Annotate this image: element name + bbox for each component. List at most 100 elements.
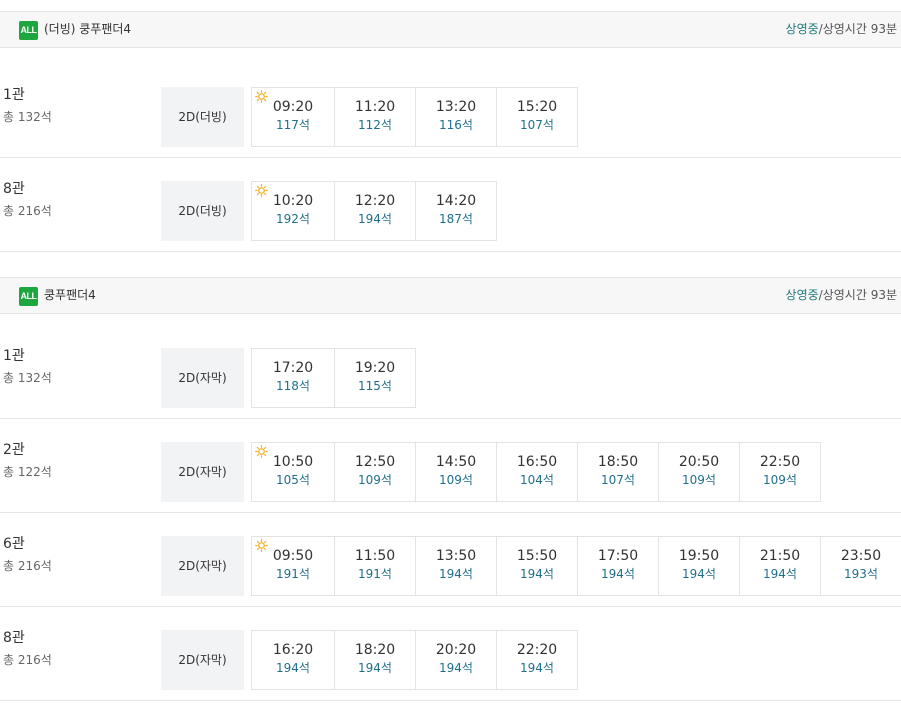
- movie-header: ALL (더빙) 쿵푸팬더4 상영중/상영시간 93분: [0, 11, 901, 48]
- showtime-list: 10:20 192석 12:20 194석 14:20 187석: [251, 181, 497, 241]
- showtime-slot[interactable]: 10:20 192석: [251, 181, 335, 241]
- showtime-slot[interactable]: 17:20 118석: [251, 348, 335, 408]
- showtime-seats: 109석: [682, 473, 716, 487]
- showtime-time: 17:50: [597, 548, 639, 564]
- showtime-slot[interactable]: 15:50 194석: [496, 536, 578, 596]
- hall-name: 6관: [3, 536, 25, 552]
- format-label: 2D(자막): [161, 348, 244, 408]
- showtime-slot[interactable]: 09:20 117석: [251, 87, 335, 147]
- showtime-slot[interactable]: 13:50 194석: [415, 536, 497, 596]
- showtime-slot[interactable]: 16:50 104석: [496, 442, 578, 502]
- showtime-time: 21:50: [759, 548, 801, 564]
- showtime-time: 10:20: [272, 193, 314, 209]
- runtime-label: /상영시간 93분: [818, 22, 897, 36]
- showtime-slot[interactable]: 11:50 191석: [334, 536, 416, 596]
- showtime-slot[interactable]: 20:50 109석: [658, 442, 740, 502]
- showtime-seats: 194석: [439, 567, 473, 581]
- showtime-seats: 191석: [276, 567, 310, 581]
- showtime-list: 16:20 194석 18:20 194석 20:20 194석 22:20 1…: [251, 630, 578, 690]
- showtime-seats: 115석: [358, 379, 392, 393]
- hall-total-seats: 총 216석: [3, 204, 52, 218]
- movie-title[interactable]: 쿵푸팬더4: [44, 278, 96, 313]
- showtime-slot[interactable]: 23:50 193석: [820, 536, 901, 596]
- showtime-time: 09:20: [272, 99, 314, 115]
- showtime-seats: 194석: [439, 661, 473, 675]
- format-label: 2D(더빙): [161, 87, 244, 147]
- movie-title[interactable]: (더빙) 쿵푸팬더4: [44, 12, 131, 47]
- runtime-label: /상영시간 93분: [818, 288, 897, 302]
- showtime-seats: 194석: [520, 567, 554, 581]
- hall-row: 1관 총 132석 2D(자막) 17:20 118석 19:20 115석: [0, 325, 901, 419]
- showtime-seats: 194석: [358, 212, 392, 226]
- showtime-slot[interactable]: 21:50 194석: [739, 536, 821, 596]
- showtime-seats: 194석: [358, 661, 392, 675]
- showtime-time: 13:20: [435, 99, 477, 115]
- hall-total-seats: 총 132석: [3, 371, 52, 385]
- showtime-time: 22:50: [759, 454, 801, 470]
- showtime-seats: 109석: [439, 473, 473, 487]
- movie-status: 상영중/상영시간 93분: [786, 278, 897, 313]
- showtime-time: 16:50: [516, 454, 558, 470]
- showtime-seats: 194석: [601, 567, 635, 581]
- showtime-time: 10:50: [272, 454, 314, 470]
- showtime-seats: 105석: [276, 473, 310, 487]
- showtime-time: 23:50: [840, 548, 882, 564]
- format-label: 2D(자막): [161, 536, 244, 596]
- showtime-seats: 109석: [763, 473, 797, 487]
- showtime-seats: 193석: [844, 567, 878, 581]
- showtime-seats: 191석: [358, 567, 392, 581]
- showtime-seats: 194석: [520, 661, 554, 675]
- hall-total-seats: 총 216석: [3, 559, 52, 573]
- showtime-time: 19:20: [354, 360, 396, 376]
- showtime-slot[interactable]: 12:50 109석: [334, 442, 416, 502]
- showtime-time: 14:20: [435, 193, 477, 209]
- showtime-seats: 112석: [358, 118, 392, 132]
- showtime-slot[interactable]: 19:50 194석: [658, 536, 740, 596]
- hall-name: 8관: [3, 181, 25, 197]
- showtime-slot[interactable]: 20:20 194석: [415, 630, 497, 690]
- showtime-time: 12:50: [354, 454, 396, 470]
- showtime-time: 20:50: [678, 454, 720, 470]
- showtime-slot[interactable]: 09:50 191석: [251, 536, 335, 596]
- format-label: 2D(자막): [161, 442, 244, 502]
- showtime-slot[interactable]: 14:20 187석: [415, 181, 497, 241]
- showtime-seats: 107석: [520, 118, 554, 132]
- showtime-slot[interactable]: 15:20 107석: [496, 87, 578, 147]
- showtime-slot[interactable]: 13:20 116석: [415, 87, 497, 147]
- showtime-seats: 187석: [439, 212, 473, 226]
- showtime-slot[interactable]: 22:50 109석: [739, 442, 821, 502]
- showtime-slot[interactable]: 14:50 109석: [415, 442, 497, 502]
- showtime-seats: 194석: [763, 567, 797, 581]
- showtime-slot[interactable]: 22:20 194석: [496, 630, 578, 690]
- showtime-time: 19:50: [678, 548, 720, 564]
- showtime-seats: 107석: [601, 473, 635, 487]
- showtime-time: 09:50: [272, 548, 314, 564]
- showtime-slot[interactable]: 17:50 194석: [577, 536, 659, 596]
- showtime-list: 09:50 191석 11:50 191석 13:50 194석 15:50 1…: [251, 536, 901, 596]
- hall-name: 8관: [3, 630, 25, 646]
- showtime-time: 20:20: [435, 642, 477, 658]
- showtime-slot[interactable]: 11:20 112석: [334, 87, 416, 147]
- showtime-slot[interactable]: 10:50 105석: [251, 442, 335, 502]
- showtime-time: 12:20: [354, 193, 396, 209]
- showtime-time: 15:20: [516, 99, 558, 115]
- showtime-seats: 194석: [682, 567, 716, 581]
- format-label: 2D(자막): [161, 630, 244, 690]
- showtime-slot[interactable]: 16:20 194석: [251, 630, 335, 690]
- hall-row: 6관 총 216석 2D(자막) 09:50 191석 11:50 191석 1…: [0, 513, 901, 607]
- hall-total-seats: 총 132석: [3, 110, 52, 124]
- status-label: 상영중: [785, 288, 819, 302]
- showtime-time: 13:50: [435, 548, 477, 564]
- showtime-seats: 109석: [358, 473, 392, 487]
- status-label: 상영중: [785, 22, 819, 36]
- showtime-time: 11:20: [354, 99, 396, 115]
- hall-row: 8관 총 216석 2D(더빙) 10:20 192석 12:20 194석 1…: [0, 158, 901, 252]
- format-label: 2D(더빙): [161, 181, 244, 241]
- showtime-time: 15:50: [516, 548, 558, 564]
- hall-row: 2관 총 122석 2D(자막) 10:50 105석 12:50 109석 1…: [0, 419, 901, 513]
- showtime-slot[interactable]: 18:50 107석: [577, 442, 659, 502]
- showtime-slot[interactable]: 12:20 194석: [334, 181, 416, 241]
- showtime-slot[interactable]: 18:20 194석: [334, 630, 416, 690]
- rating-badge: ALL: [19, 287, 38, 306]
- showtime-slot[interactable]: 19:20 115석: [334, 348, 416, 408]
